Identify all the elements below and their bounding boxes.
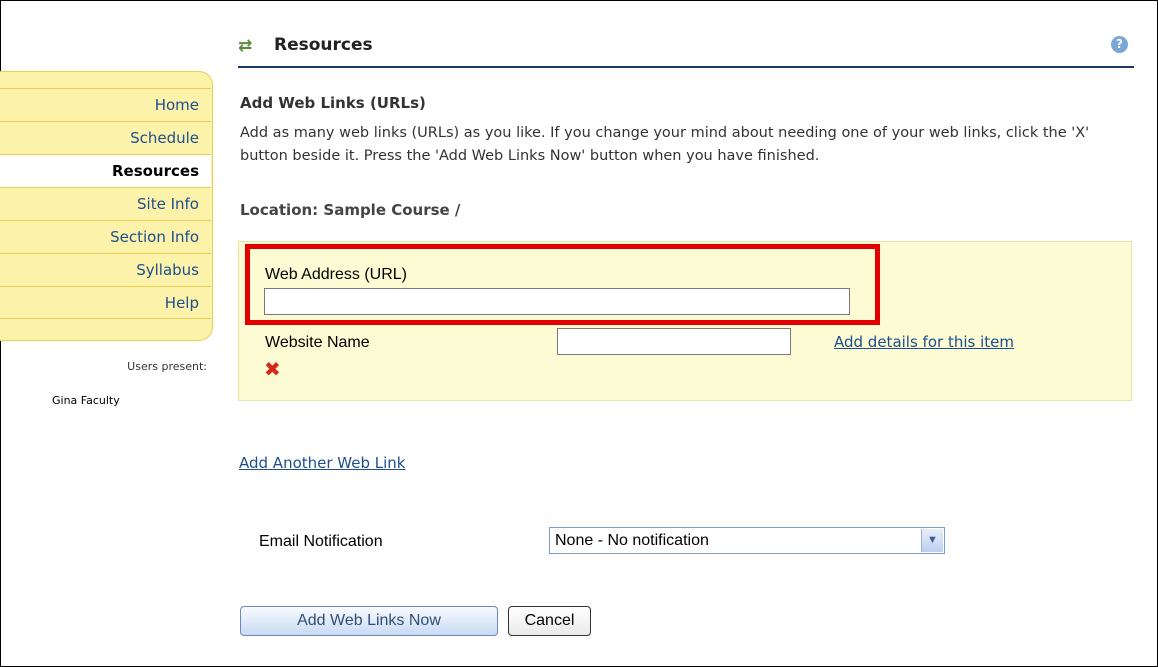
add-details-link[interactable]: Add details for this item [834, 333, 1014, 351]
website-name-input[interactable] [557, 328, 791, 355]
tool-header: ⇄ Resources ? [238, 32, 1134, 68]
sidebar-nav: Home Schedule Resources Site Info Sectio… [0, 71, 213, 341]
refresh-arrows-icon: ⇄ [238, 36, 253, 56]
users-present-label: Users present: [127, 360, 207, 373]
nav-item-syllabus[interactable]: Syllabus [0, 253, 211, 286]
nav-list: Home Schedule Resources Site Info Sectio… [0, 88, 211, 319]
nav-item-help[interactable]: Help [0, 286, 211, 319]
cancel-button[interactable]: Cancel [508, 606, 591, 636]
nav-item-home[interactable]: Home [0, 88, 211, 121]
instructions-text: Add as many web links (URLs) as you like… [240, 125, 1090, 164]
user-name: Gina Faculty [52, 394, 120, 407]
add-another-link[interactable]: Add Another Web Link [239, 454, 406, 472]
location-text: Location: Sample Course / [240, 201, 461, 219]
email-notification-label: Email Notification [259, 533, 383, 550]
email-notification-select[interactable]: None - No notification ▼ [549, 527, 945, 554]
nav-item-schedule[interactable]: Schedule [0, 121, 211, 154]
help-icon[interactable]: ? [1111, 36, 1128, 53]
section-title: Add Web Links (URLs) [240, 94, 426, 112]
red-x-icon[interactable]: ✖ [264, 359, 281, 379]
chevron-down-icon[interactable]: ▼ [921, 529, 943, 552]
add-web-links-button[interactable]: Add Web Links Now [240, 606, 498, 636]
email-notification-value: None - No notification [555, 532, 709, 549]
highlight-box [245, 244, 880, 325]
nav-item-site-info[interactable]: Site Info [0, 187, 211, 220]
website-name-label: Website Name [265, 334, 370, 351]
page-title: Resources [274, 35, 373, 55]
nav-item-resources[interactable]: Resources [0, 154, 211, 187]
nav-item-section-info[interactable]: Section Info [0, 220, 211, 253]
